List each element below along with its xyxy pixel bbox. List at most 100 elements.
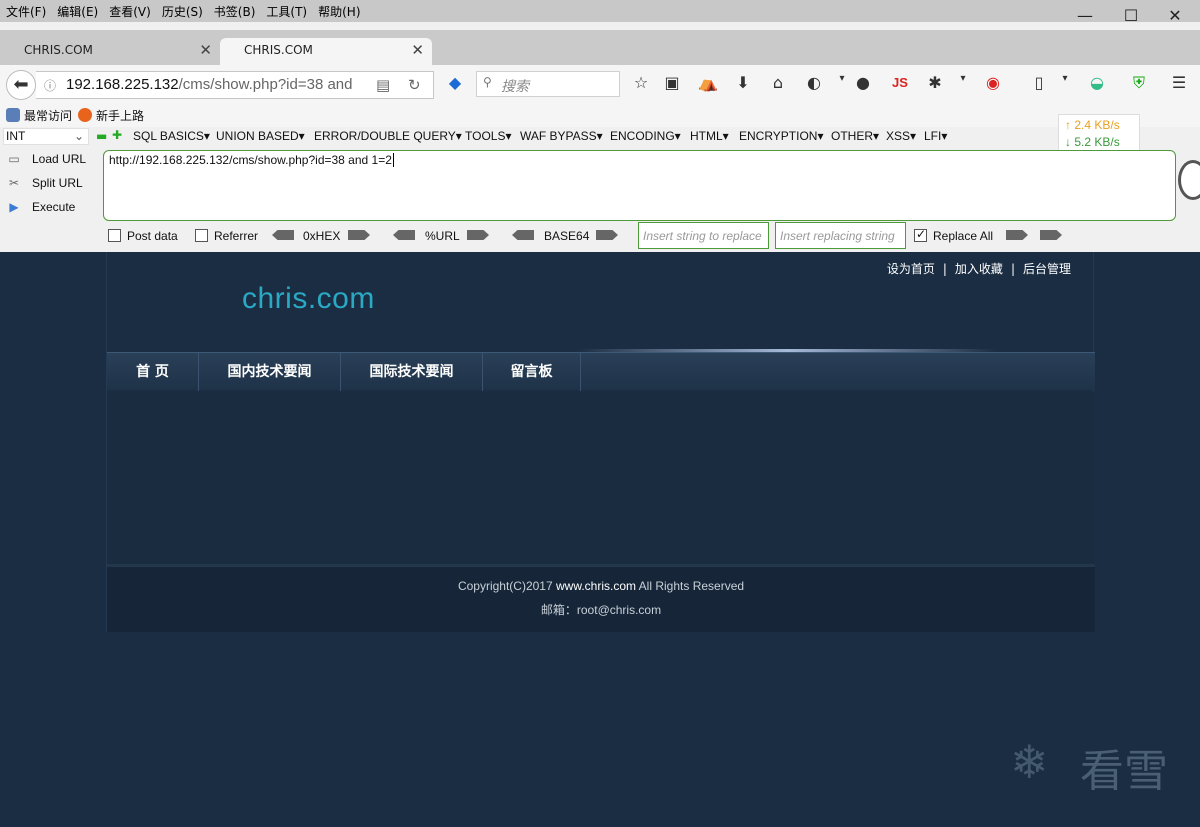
add-favorite-link[interactable]: 加入收藏	[955, 262, 1003, 276]
js-toggle-button[interactable]: JS	[892, 75, 908, 90]
site-logo[interactable]: chris.com	[242, 282, 375, 316]
pocket-icon[interactable]: ⛺	[697, 73, 719, 92]
hackbar-url-textarea[interactable]: http://192.168.225.132/cms/show.php?id=3…	[103, 150, 1176, 221]
globe-icon[interactable]: ●	[852, 73, 874, 92]
load-icon: ▭	[8, 152, 20, 166]
menu-encryption[interactable]: ENCRYPTION▾	[739, 129, 823, 143]
menu-history[interactable]: 历史(S)	[156, 0, 208, 20]
tab-strip: CHRIS.COM ✕ CHRIS.COM ✕	[0, 30, 1200, 65]
minimize-button[interactable]: —	[1062, 2, 1108, 30]
footer-email: 邮箱：root@chris.com	[540, 603, 662, 617]
library-icon[interactable]: ▣	[661, 73, 683, 92]
browser-chrome: 文件(F) 编辑(E) 查看(V) 历史(S) 书签(B) 工具(T) 帮助(H) — ☐ …	[0, 0, 1200, 252]
load-url-button[interactable]: ▭ Load URL	[6, 152, 86, 166]
reload-icon[interactable]: ↻	[408, 76, 421, 94]
menu-other[interactable]: OTHER▾	[831, 129, 879, 143]
menu-tools[interactable]: 工具(T)	[260, 0, 312, 20]
hackbar-url-value: http://192.168.225.132/cms/show.php?id=3…	[109, 153, 392, 167]
menu-bookmarks[interactable]: 书签(B)	[208, 0, 261, 20]
hackbar-menu-row: INT ⌄ ▬ ✚ SQL BASICS▾ UNION BASED▾ ERROR/…	[0, 127, 1200, 147]
search-placeholder: 搜索	[501, 79, 529, 95]
referrer-checkbox[interactable]	[195, 229, 208, 242]
info-icon[interactable]: ⓘ	[44, 77, 56, 94]
bookmark-icon	[6, 108, 20, 122]
back-button[interactable]: ⬅	[6, 70, 36, 100]
devices-icon[interactable]: ▯	[1028, 73, 1050, 92]
admin-link[interactable]: 后台管理	[1023, 262, 1071, 276]
palette-icon[interactable]: ◐	[803, 73, 825, 92]
proxy-icon[interactable]: ◒	[1086, 73, 1108, 92]
arrow-right-icon[interactable]	[1006, 230, 1028, 240]
tab-close-icon[interactable]: ✕	[199, 41, 212, 59]
menu-union-based[interactable]: UNION BASED▾	[216, 129, 305, 143]
arrow-right-icon[interactable]	[1040, 230, 1062, 240]
extension-icon[interactable]: ◆	[444, 73, 466, 92]
address-bar[interactable]: ⓘ 192.168.225.132/cms/show.php?id=38 and…	[36, 71, 434, 99]
chevron-down-icon[interactable]: ▾	[952, 73, 974, 84]
arrow-left-icon: ⬅	[13, 74, 29, 95]
arrow-right-icon[interactable]	[348, 230, 370, 240]
maximize-button[interactable]: ☐	[1108, 2, 1154, 30]
search-icon: ⚲	[483, 75, 492, 89]
menu-encoding[interactable]: ENCODING▾	[610, 129, 681, 143]
replace-to-input[interactable]: Insert replacing string	[775, 222, 906, 249]
bookmark-getting-started[interactable]: 新手上路	[78, 107, 144, 124]
tab-close-icon[interactable]: ✕	[411, 41, 424, 59]
star-icon[interactable]: ☆	[630, 73, 652, 92]
menu-help[interactable]: 帮助(H)	[312, 0, 365, 20]
bug-icon[interactable]: ✱	[924, 73, 946, 92]
menu-lfi[interactable]: LFI▾	[924, 129, 947, 143]
replace-all-checkbox[interactable]	[914, 227, 927, 242]
close-window-button[interactable]: ✕	[1152, 2, 1198, 30]
download-icon[interactable]: ⬇	[732, 73, 754, 92]
reader-icon[interactable]: ▤	[376, 76, 390, 94]
menu-view[interactable]: 查看(V)	[103, 0, 156, 20]
watermark-text: 看雪	[1080, 746, 1168, 797]
arrow-right-icon[interactable]	[467, 230, 489, 240]
arrow-left-icon[interactable]	[512, 230, 534, 240]
bookmark-most-visited[interactable]: 最常访问	[6, 107, 72, 124]
nav-toolbar: ⬅ ⓘ 192.168.225.132/cms/show.php?id=38 a…	[0, 65, 1200, 103]
tab-chris-2[interactable]: CHRIS.COM ✕	[220, 38, 432, 65]
referrer-label: Referrer	[214, 229, 259, 243]
home-icon[interactable]: ⌂	[767, 73, 789, 92]
menu-edit[interactable]: 编辑(E)	[51, 0, 103, 20]
menu-tools[interactable]: TOOLS▾	[465, 129, 511, 143]
replace-from-input[interactable]: Insert string to replace	[638, 222, 769, 249]
ublock-icon[interactable]: ◉	[982, 73, 1004, 92]
nav-domestic-news[interactable]: 国内技术要闻	[199, 353, 341, 391]
menu-error-double-query[interactable]: ERROR/DOUBLE QUERY▾	[314, 129, 462, 143]
arrow-left-icon[interactable]	[393, 230, 415, 240]
scissors-icon: ✂	[8, 176, 20, 190]
menu-sql-basics[interactable]: SQL BASICS▾	[133, 129, 210, 143]
post-data-label: Post data	[127, 229, 178, 243]
menu-waf-bypass[interactable]: WAF BYPASS▾	[520, 129, 603, 143]
arrow-left-icon[interactable]	[272, 230, 294, 240]
execute-label: Execute	[32, 200, 76, 214]
copyright-suffix: All Rights Reserved	[636, 579, 745, 593]
hamburger-menu-icon[interactable]: ☰	[1168, 73, 1190, 92]
plus-icon[interactable]: ✚	[112, 128, 122, 142]
menu-html[interactable]: HTML▾	[690, 129, 729, 143]
tab-chris-1[interactable]: CHRIS.COM ✕	[0, 38, 220, 65]
split-url-label: Split URL	[32, 176, 83, 190]
execute-button[interactable]: ▶ Execute	[6, 200, 75, 214]
arrow-right-icon[interactable]	[596, 230, 618, 240]
int-select[interactable]: INT ⌄	[3, 128, 89, 145]
nav-international-news[interactable]: 国际技术要闻	[341, 353, 483, 391]
nav-home[interactable]: 首 页	[107, 353, 199, 391]
search-box[interactable]: ⚲ 搜索	[476, 71, 620, 97]
shield-icon[interactable]: ⛨	[1128, 73, 1150, 93]
minus-icon[interactable]: ▬	[96, 129, 107, 143]
menu-file[interactable]: 文件(F)	[0, 0, 51, 20]
set-homepage-link[interactable]: 设为首页	[887, 262, 935, 276]
footer-domain-link[interactable]: www.chris.com	[556, 579, 636, 593]
chevron-down-icon[interactable]: ▾	[1054, 73, 1076, 84]
site-container: 设为首页 | 加入收藏 | 后台管理 chris.com 首 页 国内技术要闻 国际技术…	[106, 252, 1095, 632]
menu-xss[interactable]: XSS▾	[886, 129, 916, 143]
chevron-down-icon[interactable]: ▾	[831, 73, 853, 84]
split-url-button[interactable]: ✂ Split URL	[6, 176, 83, 190]
nav-guestbook[interactable]: 留言板	[483, 353, 581, 391]
post-data-checkbox[interactable]	[108, 229, 121, 242]
play-icon: ▶	[9, 200, 19, 214]
